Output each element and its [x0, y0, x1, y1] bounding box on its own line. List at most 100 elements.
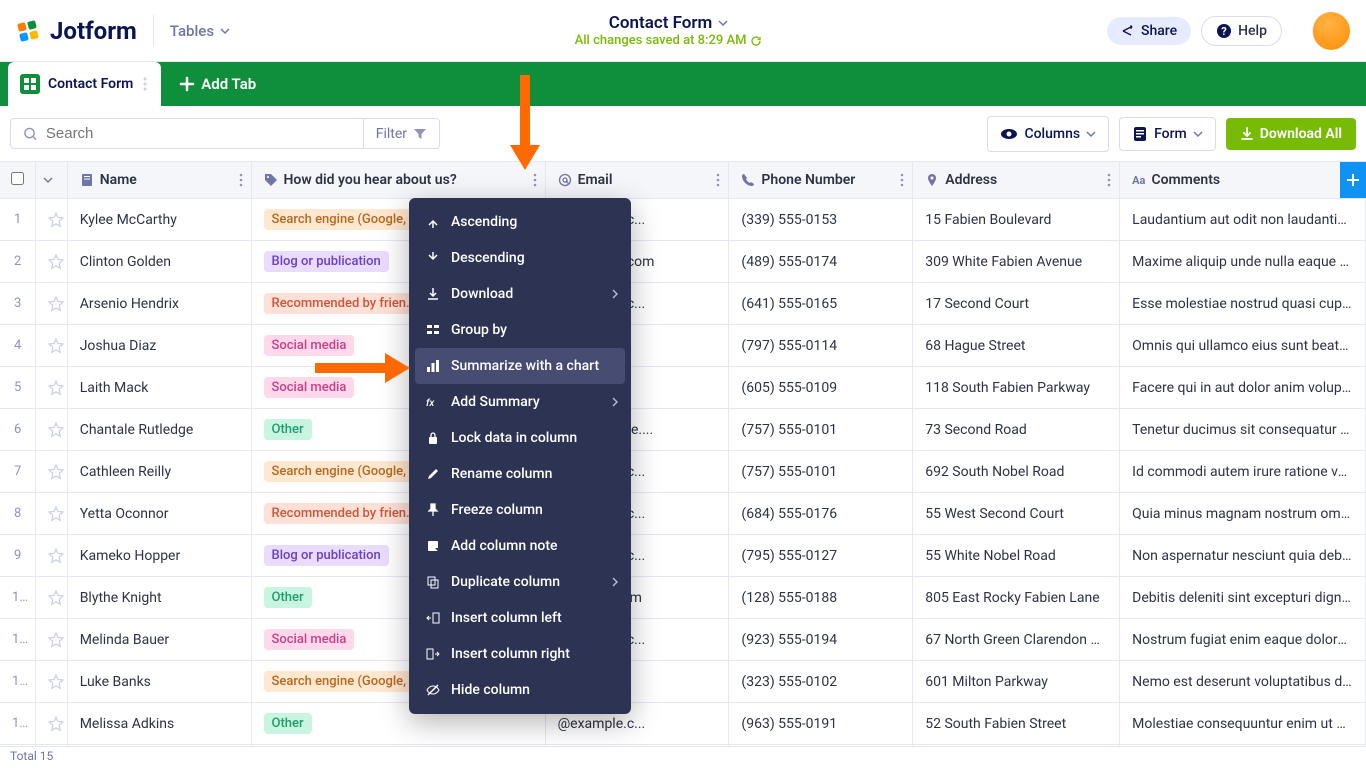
cell-phone[interactable]: (128) 555-0188: [729, 577, 913, 619]
cell-comments[interactable]: Quia minus magnam nostrum omni...: [1120, 493, 1366, 535]
add-column-button[interactable]: [1340, 162, 1366, 198]
cell-phone[interactable]: (963) 555-0191: [729, 703, 913, 745]
cell-address[interactable]: 805 East Rocky Fabien Lane: [913, 577, 1120, 619]
star-button[interactable]: [36, 577, 68, 619]
cell-address[interactable]: 17 Second Court: [913, 283, 1120, 325]
search-box[interactable]: [11, 119, 363, 148]
table-row[interactable]: 1 Kylee McCarthy Search engine (Google, …: [0, 199, 1366, 241]
cell-address[interactable]: 118 South Fabien Parkway: [913, 367, 1120, 409]
add-tab-button[interactable]: Add Tab: [165, 62, 270, 106]
cell-address[interactable]: 17 East Second Drive: [913, 745, 1120, 747]
menu-item-descending[interactable]: Descending: [409, 240, 631, 276]
star-button[interactable]: [36, 367, 68, 409]
star-button[interactable]: [36, 493, 68, 535]
table-row[interactable]: 11 Melinda Bauer Social media @example.c…: [0, 619, 1366, 661]
cell-phone[interactable]: (684) 555-0176: [729, 493, 913, 535]
cell-comments[interactable]: Omnis qui ullamco eius sunt beatae...: [1120, 325, 1366, 367]
table-row[interactable]: 7 Cathleen Reilly Search engine (Google,…: [0, 451, 1366, 493]
cell-address[interactable]: 601 Milton Parkway: [913, 661, 1120, 703]
menu-item-ascending[interactable]: Ascending: [409, 204, 631, 240]
cell-hear[interactable]: Other: [251, 745, 545, 747]
column-header-hear[interactable]: How did you hear about us?: [251, 162, 545, 199]
cell-address[interactable]: 692 South Nobel Road: [913, 451, 1120, 493]
cell-name[interactable]: Yetta Oconnor: [67, 493, 251, 535]
cell-phone[interactable]: (797) 555-0114: [729, 325, 913, 367]
star-button[interactable]: [36, 241, 68, 283]
cell-name[interactable]: Joshua Diaz: [67, 325, 251, 367]
table-row[interactable]: 9 Kameko Hopper Blog or publication @exa…: [0, 535, 1366, 577]
table-row[interactable]: 12 Luke Banks Search engine (Google, amp…: [0, 661, 1366, 703]
tab-menu-button[interactable]: [141, 75, 149, 93]
cell-comments[interactable]: Facere qui in aut dolor anim volupta...: [1120, 367, 1366, 409]
cell-comments[interactable]: Sint alias aliquam ea at occaecat no...: [1120, 745, 1366, 747]
table-row[interactable]: 5 Laith Mack Social media mple.com (605)…: [0, 367, 1366, 409]
cell-name[interactable]: Arsenio Hendrix: [67, 283, 251, 325]
table-row[interactable]: 13 Melissa Adkins Other @example.c... (9…: [0, 703, 1366, 745]
cell-name[interactable]: Cathleen Reilly: [67, 451, 251, 493]
menu-item-rename-column[interactable]: Rename column: [409, 456, 631, 492]
menu-item-insert-column-right[interactable]: Insert column right: [409, 636, 631, 672]
cell-comments[interactable]: Tenetur ducimus sit consequatur ali...: [1120, 409, 1366, 451]
table-row[interactable]: 6 Chantale Rutledge Other ge@example....…: [0, 409, 1366, 451]
cell-name[interactable]: Laith Mack: [67, 367, 251, 409]
avatar[interactable]: [1312, 12, 1350, 50]
form-button[interactable]: Form: [1119, 117, 1216, 151]
column-header-email[interactable]: Email: [545, 162, 729, 199]
star-button[interactable]: [36, 283, 68, 325]
cell-name[interactable]: Kylee McCarthy: [67, 199, 251, 241]
cell-name[interactable]: Meredith Powers: [67, 745, 251, 747]
cell-phone[interactable]: (641) 555-0165: [729, 283, 913, 325]
cell-phone[interactable]: (605) 555-0109: [729, 367, 913, 409]
help-button[interactable]: ? Help: [1201, 16, 1282, 46]
star-button[interactable]: [36, 703, 68, 745]
menu-item-group-by[interactable]: Group by: [409, 312, 631, 348]
cell-comments[interactable]: Non aspernatur nesciunt quia debiti...: [1120, 535, 1366, 577]
cell-phone[interactable]: (923) 555-0194: [729, 619, 913, 661]
cell-name[interactable]: Melinda Bauer: [67, 619, 251, 661]
table-row[interactable]: 10 Blythe Knight Other example.com (128)…: [0, 577, 1366, 619]
column-header-phone[interactable]: Phone Number: [729, 162, 913, 199]
star-button[interactable]: [36, 745, 68, 747]
menu-item-lock-data-in-column[interactable]: Lock data in column: [409, 420, 631, 456]
select-all-header[interactable]: [0, 162, 36, 199]
columns-button[interactable]: Columns: [987, 116, 1109, 152]
cell-name[interactable]: Chantale Rutledge: [67, 409, 251, 451]
cell-email[interactable]: rs@example....: [545, 745, 729, 747]
menu-item-insert-column-left[interactable]: Insert column left: [409, 600, 631, 636]
form-title-dropdown[interactable]: Contact Form: [609, 13, 729, 33]
cell-address[interactable]: 15 Fabien Boulevard: [913, 199, 1120, 241]
search-input[interactable]: [46, 125, 351, 142]
cell-phone[interactable]: (757) 555-0101: [729, 451, 913, 493]
cell-comments[interactable]: Esse molestiae nostrud quasi cupid...: [1120, 283, 1366, 325]
cell-phone[interactable]: (339) 555-0153: [729, 199, 913, 241]
table-row[interactable]: 14 Meredith Powers Other rs@example.... …: [0, 745, 1366, 747]
expand-header[interactable]: [36, 162, 68, 199]
table-row[interactable]: 2 Clinton Golden Blog or publication @ex…: [0, 241, 1366, 283]
cell-name[interactable]: Clinton Golden: [67, 241, 251, 283]
cell-address[interactable]: 309 White Fabien Avenue: [913, 241, 1120, 283]
cell-phone[interactable]: (423) 555-0141: [729, 745, 913, 747]
menu-item-summarize-with-a-chart[interactable]: Summarize with a chart: [415, 348, 625, 384]
download-all-button[interactable]: Download All: [1226, 118, 1356, 150]
menu-item-hide-column[interactable]: Hide column: [409, 672, 631, 708]
cell-phone[interactable]: (795) 555-0127: [729, 535, 913, 577]
table-row[interactable]: 8 Yetta Oconnor Recommended by frien... …: [0, 493, 1366, 535]
column-header-name[interactable]: Name: [67, 162, 251, 199]
cell-phone[interactable]: (323) 555-0102: [729, 661, 913, 703]
column-header-comments[interactable]: AaComments: [1120, 162, 1366, 199]
cell-address[interactable]: 67 North Green Clarendon Ex...: [913, 619, 1120, 661]
star-button[interactable]: [36, 409, 68, 451]
cell-address[interactable]: 68 Hague Street: [913, 325, 1120, 367]
cell-comments[interactable]: Nemo est deserunt voluptatibus de...: [1120, 661, 1366, 703]
column-menu-button[interactable]: [239, 173, 243, 187]
cell-address[interactable]: 73 Second Road: [913, 409, 1120, 451]
cell-address[interactable]: 55 West Second Court: [913, 493, 1120, 535]
star-button[interactable]: [36, 661, 68, 703]
tables-dropdown[interactable]: Tables: [170, 22, 230, 40]
star-button[interactable]: [36, 451, 68, 493]
column-menu-button[interactable]: [1107, 173, 1111, 187]
table-row[interactable]: 3 Arsenio Hendrix Recommended by frien..…: [0, 283, 1366, 325]
cell-phone[interactable]: (757) 555-0101: [729, 409, 913, 451]
cell-name[interactable]: Melissa Adkins: [67, 703, 251, 745]
cell-address[interactable]: 52 South Fabien Street: [913, 703, 1120, 745]
